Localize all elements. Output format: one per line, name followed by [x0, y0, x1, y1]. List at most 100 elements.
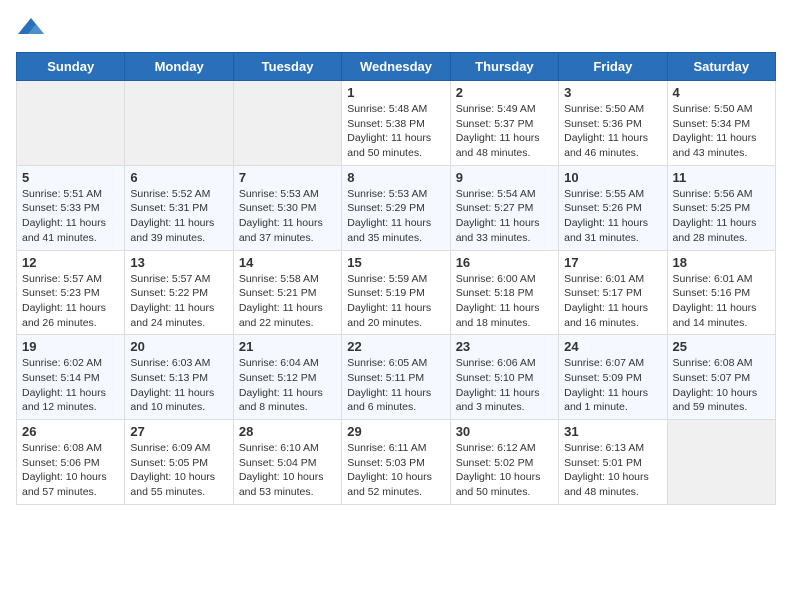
day-number: 21 — [239, 339, 336, 354]
day-info: Sunrise: 5:59 AM Sunset: 5:19 PM Dayligh… — [347, 272, 444, 331]
day-number: 12 — [22, 255, 119, 270]
day-number: 2 — [456, 85, 553, 100]
day-info: Sunrise: 5:52 AM Sunset: 5:31 PM Dayligh… — [130, 187, 227, 246]
day-info: Sunrise: 6:12 AM Sunset: 5:02 PM Dayligh… — [456, 441, 553, 500]
day-info: Sunrise: 5:53 AM Sunset: 5:30 PM Dayligh… — [239, 187, 336, 246]
day-number: 28 — [239, 424, 336, 439]
calendar-week-row: 1 Sunrise: 5:48 AM Sunset: 5:38 PM Daylig… — [17, 81, 776, 166]
calendar-cell: 7 Sunrise: 5:53 AM Sunset: 5:30 PM Daylig… — [233, 165, 341, 250]
calendar-week-row: 19 Sunrise: 6:02 AM Sunset: 5:14 PM Dayli… — [17, 335, 776, 420]
calendar-cell: 12 Sunrise: 5:57 AM Sunset: 5:23 PM Dayli… — [17, 250, 125, 335]
day-info: Sunrise: 6:13 AM Sunset: 5:01 PM Dayligh… — [564, 441, 661, 500]
weekday-header-saturday: Saturday — [667, 53, 775, 81]
day-number: 7 — [239, 170, 336, 185]
page-header — [16, 16, 776, 40]
day-info: Sunrise: 6:02 AM Sunset: 5:14 PM Dayligh… — [22, 356, 119, 415]
day-info: Sunrise: 5:50 AM Sunset: 5:34 PM Dayligh… — [673, 102, 770, 161]
day-number: 5 — [22, 170, 119, 185]
day-info: Sunrise: 5:51 AM Sunset: 5:33 PM Dayligh… — [22, 187, 119, 246]
calendar-cell: 20Sunrise: 6:03 AM Sunset: 5:13 PM Dayli… — [125, 335, 233, 420]
day-number: 25 — [673, 339, 770, 354]
day-info: Sunrise: 5:48 AM Sunset: 5:38 PM Dayligh… — [347, 102, 444, 161]
day-info: Sunrise: 6:08 AM Sunset: 5:07 PM Dayligh… — [673, 356, 770, 415]
logo — [16, 16, 50, 40]
day-number: 24 — [564, 339, 661, 354]
day-info: Sunrise: 5:53 AM Sunset: 5:29 PM Dayligh… — [347, 187, 444, 246]
day-number: 15 — [347, 255, 444, 270]
calendar-cell: 10 Sunrise: 5:55 AM Sunset: 5:26 PM Dayli… — [559, 165, 667, 250]
calendar-cell: 28 Sunrise: 6:10 AM Sunset: 5:04 PM Dayli… — [233, 420, 341, 505]
calendar-table: SundayMondayTuesdayWednesdayThursdayFrid… — [16, 52, 776, 505]
calendar-cell: 6 Sunrise: 5:52 AM Sunset: 5:31 PM Daylig… — [125, 165, 233, 250]
day-number: 3 — [564, 85, 661, 100]
day-info: Sunrise: 6:01 AM Sunset: 5:17 PM Dayligh… — [564, 272, 661, 331]
calendar-cell — [17, 81, 125, 166]
calendar-cell: 24 Sunrise: 6:07 AM Sunset: 5:09 PM Dayli… — [559, 335, 667, 420]
calendar-cell — [125, 81, 233, 166]
day-info: Sunrise: 6:10 AM Sunset: 5:04 PM Dayligh… — [239, 441, 336, 500]
calendar-week-row: 12 Sunrise: 5:57 AM Sunset: 5:23 PM Dayli… — [17, 250, 776, 335]
day-number: 4 — [673, 85, 770, 100]
calendar-week-row: 5 Sunrise: 5:51 AM Sunset: 5:33 PM Daylig… — [17, 165, 776, 250]
calendar-cell: 14 Sunrise: 5:58 AM Sunset: 5:21 PM Dayli… — [233, 250, 341, 335]
weekday-header-monday: Monday — [125, 53, 233, 81]
calendar-header: SundayMondayTuesdayWednesdayThursdayFrid… — [17, 53, 776, 81]
day-number: 11 — [673, 170, 770, 185]
calendar-cell: 3 Sunrise: 5:50 AM Sunset: 5:36 PM Daylig… — [559, 81, 667, 166]
weekday-header-thursday: Thursday — [450, 53, 558, 81]
calendar-week-row: 26 Sunrise: 6:08 AM Sunset: 5:06 PM Dayli… — [17, 420, 776, 505]
day-number: 18 — [673, 255, 770, 270]
day-info: Sunrise: 5:55 AM Sunset: 5:26 PM Dayligh… — [564, 187, 661, 246]
day-info: Sunrise: 5:50 AM Sunset: 5:36 PM Dayligh… — [564, 102, 661, 161]
calendar-cell: 26 Sunrise: 6:08 AM Sunset: 5:06 PM Dayli… — [17, 420, 125, 505]
calendar-cell: 2 Sunrise: 5:49 AM Sunset: 5:37 PM Daylig… — [450, 81, 558, 166]
day-info: Sunrise: 5:49 AM Sunset: 5:37 PM Dayligh… — [456, 102, 553, 161]
calendar-cell: 22 Sunrise: 6:05 AM Sunset: 5:11 PM Dayli… — [342, 335, 450, 420]
day-number: 16 — [456, 255, 553, 270]
day-info: Sunrise: 5:57 AM Sunset: 5:23 PM Dayligh… — [22, 272, 119, 331]
day-info: Sunrise: 5:56 AM Sunset: 5:25 PM Dayligh… — [673, 187, 770, 246]
calendar-cell: 19 Sunrise: 6:02 AM Sunset: 5:14 PM Dayli… — [17, 335, 125, 420]
day-number: 29 — [347, 424, 444, 439]
calendar-cell: 27 Sunrise: 6:09 AM Sunset: 5:05 PM Dayli… — [125, 420, 233, 505]
calendar-cell: 23Sunrise: 6:06 AM Sunset: 5:10 PM Dayli… — [450, 335, 558, 420]
weekday-header-tuesday: Tuesday — [233, 53, 341, 81]
day-info: Sunrise: 6:05 AM Sunset: 5:11 PM Dayligh… — [347, 356, 444, 415]
calendar-cell: 30 Sunrise: 6:12 AM Sunset: 5:02 PM Dayli… — [450, 420, 558, 505]
day-info: Sunrise: 6:09 AM Sunset: 5:05 PM Dayligh… — [130, 441, 227, 500]
calendar-cell: 1 Sunrise: 5:48 AM Sunset: 5:38 PM Daylig… — [342, 81, 450, 166]
day-info: Sunrise: 5:54 AM Sunset: 5:27 PM Dayligh… — [456, 187, 553, 246]
day-number: 14 — [239, 255, 336, 270]
day-info: Sunrise: 6:00 AM Sunset: 5:18 PM Dayligh… — [456, 272, 553, 331]
day-info: Sunrise: 5:58 AM Sunset: 5:21 PM Dayligh… — [239, 272, 336, 331]
day-number: 23 — [456, 339, 553, 354]
day-number: 30 — [456, 424, 553, 439]
calendar-cell: 29 Sunrise: 6:11 AM Sunset: 5:03 PM Dayli… — [342, 420, 450, 505]
weekday-header-row: SundayMondayTuesdayWednesdayThursdayFrid… — [17, 53, 776, 81]
calendar-cell: 11 Sunrise: 5:56 AM Sunset: 5:25 PM Dayli… — [667, 165, 775, 250]
day-number: 26 — [22, 424, 119, 439]
day-number: 8 — [347, 170, 444, 185]
day-number: 19 — [22, 339, 119, 354]
day-number: 22 — [347, 339, 444, 354]
day-info: Sunrise: 6:08 AM Sunset: 5:06 PM Dayligh… — [22, 441, 119, 500]
day-number: 6 — [130, 170, 227, 185]
day-number: 17 — [564, 255, 661, 270]
day-info: Sunrise: 6:07 AM Sunset: 5:09 PM Dayligh… — [564, 356, 661, 415]
day-info: Sunrise: 6:04 AM Sunset: 5:12 PM Dayligh… — [239, 356, 336, 415]
calendar-cell: 17 Sunrise: 6:01 AM Sunset: 5:17 PM Dayli… — [559, 250, 667, 335]
weekday-header-wednesday: Wednesday — [342, 53, 450, 81]
calendar-cell: 9Sunrise: 5:54 AM Sunset: 5:27 PM Daylig… — [450, 165, 558, 250]
calendar-cell: 15 Sunrise: 5:59 AM Sunset: 5:19 PM Dayli… — [342, 250, 450, 335]
day-number: 27 — [130, 424, 227, 439]
weekday-header-sunday: Sunday — [17, 53, 125, 81]
day-number: 13 — [130, 255, 227, 270]
calendar-cell: 4 Sunrise: 5:50 AM Sunset: 5:34 PM Daylig… — [667, 81, 775, 166]
day-info: Sunrise: 6:01 AM Sunset: 5:16 PM Dayligh… — [673, 272, 770, 331]
calendar-cell — [667, 420, 775, 505]
calendar-cell: 21 Sunrise: 6:04 AM Sunset: 5:12 PM Dayli… — [233, 335, 341, 420]
day-number: 31 — [564, 424, 661, 439]
day-number: 10 — [564, 170, 661, 185]
day-number: 1 — [347, 85, 444, 100]
day-info: Sunrise: 6:11 AM Sunset: 5:03 PM Dayligh… — [347, 441, 444, 500]
